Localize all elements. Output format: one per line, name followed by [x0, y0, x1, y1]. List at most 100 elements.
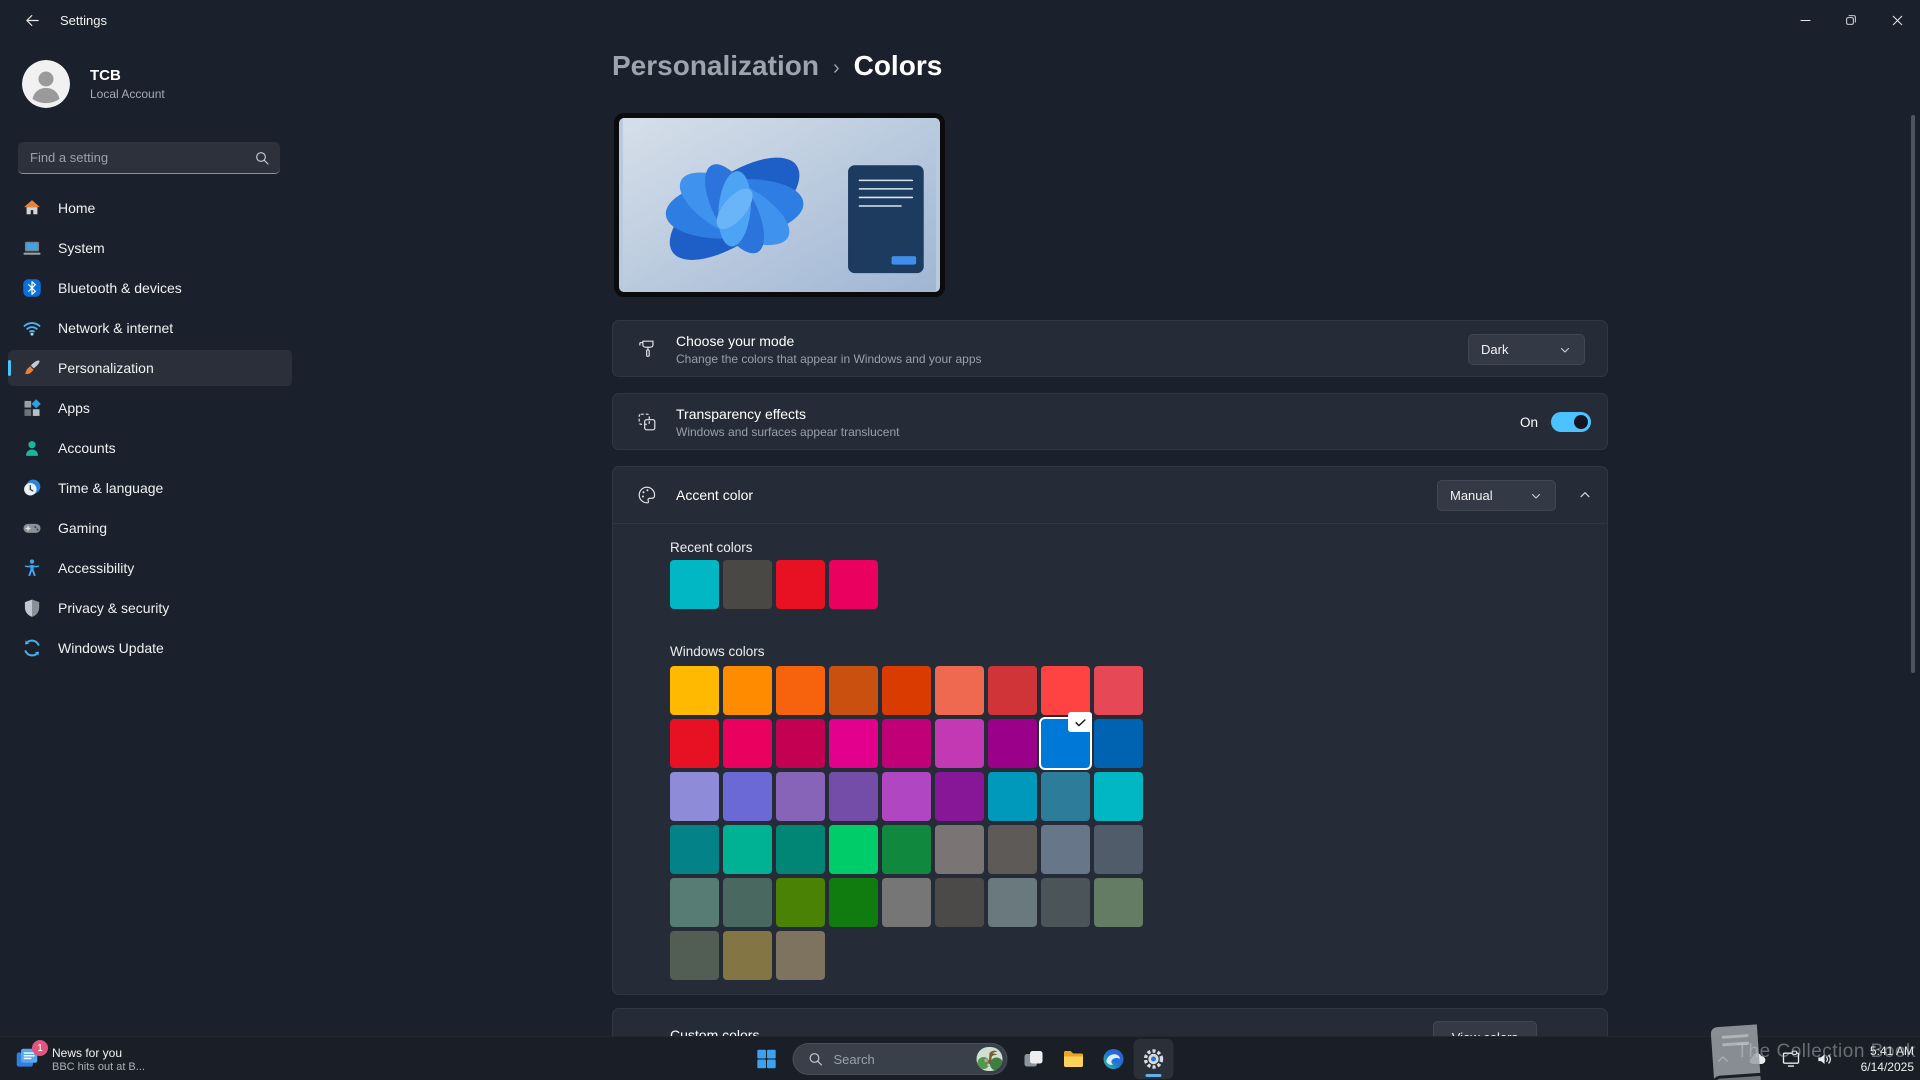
- task-view-button[interactable]: [1014, 1039, 1054, 1079]
- edge-button[interactable]: [1094, 1039, 1134, 1079]
- search-highlight-image[interactable]: [977, 1047, 1003, 1071]
- color-swatch[interactable]: [829, 560, 878, 609]
- sidebar-item[interactable]: Windows Update: [8, 630, 292, 666]
- sidebar-item-icon: [22, 238, 42, 258]
- vertical-scrollbar[interactable]: [1911, 115, 1915, 673]
- sidebar-item-label: Privacy & security: [58, 600, 169, 616]
- color-swatch[interactable]: [776, 560, 825, 609]
- widgets-button[interactable]: 1 News for you BBC hits out at B...: [6, 1040, 153, 1078]
- color-swatch[interactable]: [670, 666, 719, 715]
- chevron-up-icon[interactable]: [1577, 487, 1593, 503]
- back-button[interactable]: [12, 5, 52, 35]
- palette-icon: [636, 484, 658, 506]
- color-swatch[interactable]: [670, 931, 719, 980]
- color-swatch[interactable]: [935, 666, 984, 715]
- color-swatch[interactable]: [1041, 825, 1090, 874]
- sidebar-item[interactable]: Home: [8, 190, 292, 226]
- color-swatch[interactable]: [935, 772, 984, 821]
- color-swatch[interactable]: [882, 719, 931, 768]
- color-swatch[interactable]: [1094, 666, 1143, 715]
- sidebar-item[interactable]: Accounts: [8, 430, 292, 466]
- sidebar-item[interactable]: Privacy & security: [8, 590, 292, 626]
- color-swatch[interactable]: [670, 825, 719, 874]
- color-swatch[interactable]: [988, 825, 1037, 874]
- close-button[interactable]: [1874, 0, 1920, 40]
- restore-button[interactable]: [1828, 0, 1874, 40]
- taskbar-search-input[interactable]: [832, 1051, 969, 1068]
- recent-colors-grid: [670, 560, 878, 609]
- taskbar-search-box[interactable]: [793, 1043, 1008, 1075]
- color-swatch[interactable]: [988, 772, 1037, 821]
- color-swatch[interactable]: [935, 719, 984, 768]
- color-swatch[interactable]: [670, 772, 719, 821]
- color-swatch[interactable]: [882, 666, 931, 715]
- sidebar-item[interactable]: Gaming: [8, 510, 292, 546]
- settings-search-input[interactable]: [28, 149, 254, 166]
- color-swatch[interactable]: [670, 719, 719, 768]
- color-swatch[interactable]: [988, 666, 1037, 715]
- hidden-icons-button[interactable]: [1708, 1044, 1738, 1074]
- color-swatch[interactable]: [829, 878, 878, 927]
- color-swatch[interactable]: [882, 878, 931, 927]
- color-swatch[interactable]: [988, 878, 1037, 927]
- start-button[interactable]: [747, 1039, 787, 1079]
- color-swatch[interactable]: [829, 719, 878, 768]
- mode-dropdown[interactable]: Dark: [1468, 334, 1585, 365]
- clock[interactable]: 5:41 AM 6/14/2025: [1848, 1043, 1914, 1075]
- color-swatch[interactable]: [723, 560, 772, 609]
- color-swatch[interactable]: [723, 772, 772, 821]
- sidebar-item[interactable]: System: [8, 230, 292, 266]
- sidebar-item[interactable]: Bluetooth & devices: [8, 270, 292, 306]
- color-swatch[interactable]: [935, 878, 984, 927]
- color-swatch[interactable]: [776, 825, 825, 874]
- color-swatch[interactable]: [776, 878, 825, 927]
- sidebar-item[interactable]: Personalization: [8, 350, 292, 386]
- taskbar-center: [747, 1039, 1174, 1079]
- color-swatch[interactable]: [882, 772, 931, 821]
- color-swatch[interactable]: [1041, 666, 1090, 715]
- color-swatch[interactable]: [829, 772, 878, 821]
- onedrive-tray-icon[interactable]: [1742, 1044, 1772, 1074]
- color-swatch[interactable]: [935, 825, 984, 874]
- sidebar-item[interactable]: Apps: [8, 390, 292, 426]
- color-swatch[interactable]: [776, 772, 825, 821]
- sidebar-item-label: System: [58, 240, 105, 256]
- sidebar-item[interactable]: Network & internet: [8, 310, 292, 346]
- color-swatch[interactable]: [776, 666, 825, 715]
- color-swatch[interactable]: [988, 719, 1037, 768]
- color-swatch[interactable]: [1094, 719, 1143, 768]
- transparency-toggle[interactable]: [1551, 412, 1591, 432]
- color-swatch[interactable]: [723, 931, 772, 980]
- color-swatch[interactable]: [723, 666, 772, 715]
- account-card[interactable]: TCB Local Account: [22, 60, 165, 108]
- color-swatch[interactable]: [1041, 719, 1090, 768]
- sidebar-item[interactable]: Time & language: [8, 470, 292, 506]
- file-explorer-button[interactable]: [1054, 1039, 1094, 1079]
- color-swatch[interactable]: [1094, 825, 1143, 874]
- color-swatch[interactable]: [723, 719, 772, 768]
- color-swatch[interactable]: [1094, 878, 1143, 927]
- accent-mode-dropdown[interactable]: Manual: [1437, 480, 1556, 511]
- settings-app-button[interactable]: [1134, 1039, 1174, 1079]
- color-swatch[interactable]: [1094, 772, 1143, 821]
- settings-search-box[interactable]: [18, 142, 280, 174]
- color-swatch[interactable]: [1041, 772, 1090, 821]
- minimize-button[interactable]: [1782, 0, 1828, 40]
- sidebar-item[interactable]: Accessibility: [8, 550, 292, 586]
- color-swatch[interactable]: [882, 825, 931, 874]
- color-swatch[interactable]: [1041, 878, 1090, 927]
- color-swatch[interactable]: [670, 878, 719, 927]
- sidebar-item-label: Gaming: [58, 520, 107, 536]
- sidebar-item-icon: [22, 638, 42, 658]
- color-swatch[interactable]: [776, 719, 825, 768]
- color-swatch[interactable]: [670, 560, 719, 609]
- color-swatch[interactable]: [776, 931, 825, 980]
- sidebar-item-label: Time & language: [58, 480, 163, 496]
- network-tray-icon[interactable]: [1776, 1044, 1806, 1074]
- color-swatch[interactable]: [829, 666, 878, 715]
- color-swatch[interactable]: [829, 825, 878, 874]
- breadcrumb-parent[interactable]: Personalization: [612, 50, 819, 82]
- color-swatch[interactable]: [723, 878, 772, 927]
- volume-tray-icon[interactable]: [1810, 1044, 1840, 1074]
- color-swatch[interactable]: [723, 825, 772, 874]
